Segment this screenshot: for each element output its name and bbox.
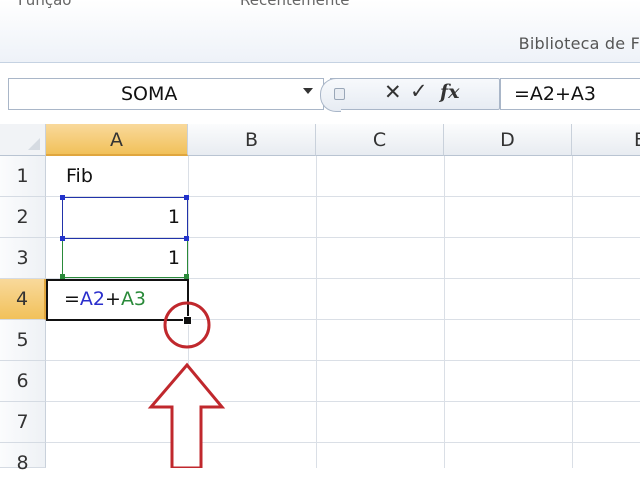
- formula-bar: SOMA ✕ ✓ fx =A2+A3: [0, 66, 640, 120]
- enter-checkmark-icon[interactable]: ✓: [410, 79, 428, 103]
- formula-input[interactable]: =A2+A3: [500, 78, 640, 110]
- chevron-down-icon[interactable]: [303, 88, 313, 94]
- resize-handle-icon[interactable]: [334, 88, 345, 100]
- name-box[interactable]: SOMA: [8, 78, 324, 110]
- ribbon-cut-label-recentemente: Recentemente: [240, 0, 350, 9]
- name-box-value: SOMA: [121, 83, 178, 105]
- formula-buttons: ✕ ✓ fx: [320, 78, 500, 112]
- formula-text: =A2+A3: [514, 83, 597, 105]
- spreadsheet-grid: A B C D E 1 2 3 4 5 6 7 8 Fib 1 1 =A2+A3: [0, 124, 640, 474]
- ribbon-cut-label-funcao: Função: [18, 0, 72, 9]
- circle-marker-icon: [163, 301, 211, 349]
- annotation-overlay: [147, 301, 226, 468]
- cancel-icon[interactable]: ✕: [384, 80, 402, 104]
- ribbon-group-label: Biblioteca de F: [518, 34, 640, 53]
- insert-function-icon[interactable]: fx: [440, 81, 460, 103]
- up-arrow-icon: [147, 362, 226, 468]
- ribbon: Função Recentemente Biblioteca de F: [0, 0, 640, 63]
